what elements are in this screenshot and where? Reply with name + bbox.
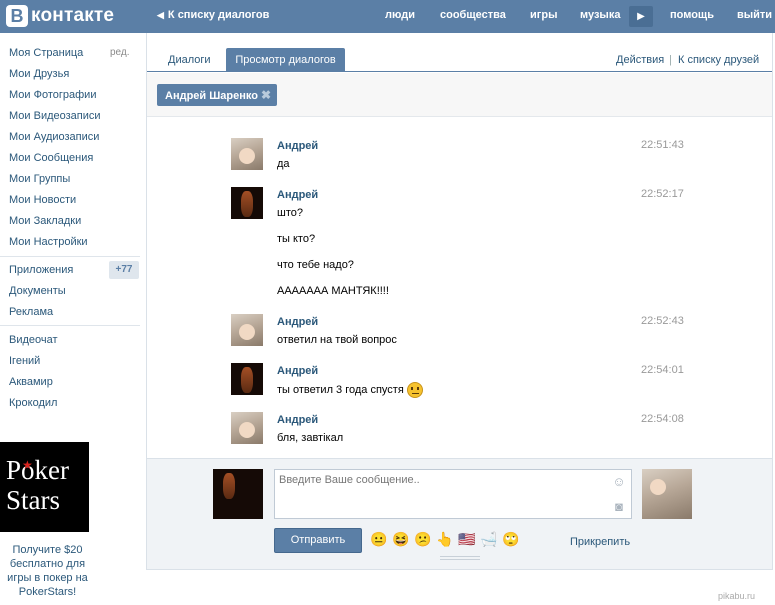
star-icon: ★ [22, 458, 33, 472]
logo-text: контакте [31, 5, 115, 26]
friends-list-link[interactable]: К списку друзей [678, 54, 759, 66]
actions-link[interactable]: Действия [616, 54, 664, 66]
ad-logo-line1: Poker [6, 455, 69, 485]
tab-view-dialogs[interactable]: Просмотр диалогов [226, 48, 345, 72]
avatar[interactable] [231, 187, 263, 219]
ad-logo-line2: Stars [6, 485, 60, 515]
nav-communities[interactable]: сообщества [440, 9, 506, 21]
sidebar-item-news[interactable]: Мои Новости [9, 194, 76, 206]
contact-filter-chip[interactable]: Андрей Шаренко ✖ [157, 84, 278, 106]
sidebar-app-crocodile[interactable]: Крокодил [9, 397, 57, 409]
message-time: 22:54:08 [641, 413, 684, 425]
watermark: pikabu.ru [718, 591, 756, 601]
my-avatar[interactable] [213, 469, 263, 519]
sidebar-item-settings[interactable]: Мои Настройки [9, 236, 88, 248]
sidebar-item-videos[interactable]: Мои Видеозаписи [9, 110, 101, 122]
bathtub-icon[interactable]: 🛁 [480, 531, 497, 547]
apps-count-badge[interactable]: +77 [109, 261, 139, 279]
resize-handle[interactable] [440, 556, 480, 560]
message-text: што? [277, 207, 303, 219]
sidebar-edit-link[interactable]: ред. [110, 47, 130, 58]
chevron-left-icon: ◀ [157, 10, 164, 20]
ad-text[interactable]: Получите $20 бесплатно для игры в покер … [0, 543, 95, 599]
sidebar-item-friends[interactable]: Мои Друзья [9, 68, 69, 80]
message-text-content: ты ответил 3 года спустя [277, 383, 404, 396]
close-icon[interactable]: ✖ [261, 88, 271, 102]
smiles-bar: 😐 😆 😕 👆 🇺🇸 🛁 🙄 [370, 531, 519, 547]
message-text: ААААААА МАНТЯК!!!! [277, 285, 389, 297]
avatar[interactable] [231, 412, 263, 444]
top-bar: В контакте ◀ К списку диалогов люди сообщ… [0, 0, 775, 33]
sidebar-divider [0, 325, 140, 326]
eye-roll-smiley-icon[interactable]: 🙄 [502, 531, 519, 547]
message-author[interactable]: Андрей [277, 365, 318, 377]
nav-games[interactable]: игры [530, 9, 557, 21]
recipient-avatar[interactable] [642, 469, 692, 519]
tabs-bar: Диалоги Просмотр диалогов Действия | К с… [147, 33, 772, 72]
message-author[interactable]: Андрей [277, 414, 318, 426]
back-link-label: К списку диалогов [167, 9, 270, 21]
attach-link[interactable]: Прикрепить [570, 536, 630, 548]
message-text: бля, завтікал [277, 432, 344, 444]
us-flag-icon[interactable]: 🇺🇸 [458, 531, 475, 547]
avatar[interactable] [231, 363, 263, 395]
sidebar-item-my-page[interactable]: Моя Страница [9, 47, 83, 59]
message-author[interactable]: Андрей [277, 189, 318, 201]
nav-logout[interactable]: выйти [737, 9, 772, 21]
neutral-smiley-icon [406, 382, 423, 398]
play-music-button[interactable]: ▶ [629, 6, 653, 27]
sidebar-item-bookmarks[interactable]: Мои Закладки [9, 215, 81, 227]
message-input-box[interactable]: ☺ ◙ [274, 469, 632, 519]
sidebar-item-ads[interactable]: Реклама [9, 306, 53, 318]
sidebar-app-genius[interactable]: Ігений [9, 355, 40, 367]
sidebar-app-aquamir[interactable]: Аквамир [9, 376, 53, 388]
pokerstars-ad-image[interactable]: Poker ★ Stars [0, 442, 89, 532]
avatar[interactable] [231, 314, 263, 346]
sidebar-item-documents[interactable]: Документы [9, 285, 66, 297]
message-text: ответил на твой вопрос [277, 334, 397, 346]
filter-area: Андрей Шаренко ✖ [147, 73, 772, 117]
sidebar-divider [0, 256, 140, 257]
message-time: 22:52:43 [641, 315, 684, 327]
logo-letter: В [6, 5, 28, 27]
sidebar-item-photos[interactable]: Мои Фотографии [9, 89, 96, 101]
avatar[interactable] [231, 138, 263, 170]
laughing-smiley-icon[interactable]: 😆 [392, 531, 409, 547]
sidebar-item-groups[interactable]: Мои Группы [9, 173, 70, 185]
sidebar-item-messages[interactable]: Мои Сообщения [9, 152, 93, 164]
chip-label: Андрей Шаренко [165, 90, 258, 102]
neutral-smiley-icon[interactable]: 😐 [370, 531, 387, 547]
message-text: что тебе надо? [277, 259, 354, 271]
nav-music[interactable]: музыка [580, 9, 620, 21]
message-author[interactable]: Андрей [277, 140, 318, 152]
tab-dialogs[interactable]: Диалоги [168, 54, 211, 66]
confused-smiley-icon[interactable]: 😕 [414, 531, 431, 547]
message-text: да [277, 158, 290, 170]
sidebar-app-videochat[interactable]: Видеочат [9, 334, 58, 346]
back-to-dialogs-link[interactable]: ◀ К списку диалогов [157, 9, 269, 21]
smiley-icon[interactable]: ☺ [611, 475, 627, 489]
nav-people[interactable]: люди [385, 9, 415, 21]
camera-icon[interactable]: ◙ [611, 500, 627, 514]
nav-help[interactable]: помощь [670, 9, 714, 21]
message-text: ты кто? [277, 233, 316, 245]
vk-logo[interactable]: В контакте [6, 5, 114, 27]
sidebar-item-apps[interactable]: Приложения [9, 264, 73, 276]
sidebar-item-audio[interactable]: Мои Аудиозаписи [9, 131, 99, 143]
message-input[interactable] [275, 470, 631, 518]
message-time: 22:51:43 [641, 139, 684, 151]
play-icon: ▶ [637, 11, 645, 22]
message-author[interactable]: Андрей [277, 316, 318, 328]
message-text: ты ответил 3 года спустя [277, 382, 423, 398]
tabs-separator: | [669, 54, 672, 66]
message-time: 22:54:01 [641, 364, 684, 376]
pointing-finger-icon[interactable]: 👆 [436, 531, 453, 547]
message-time: 22:52:17 [641, 188, 684, 200]
send-button[interactable]: Отправить [274, 528, 362, 553]
